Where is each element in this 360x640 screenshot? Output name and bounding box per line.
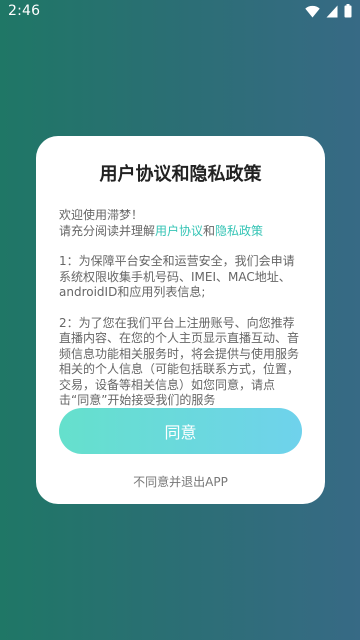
privacy-policy-link[interactable]: 隐私政策 <box>215 224 263 238</box>
decline-exit-link[interactable]: 不同意并退出APP <box>36 473 325 490</box>
user-agreement-link[interactable]: 用户协议 <box>155 224 203 238</box>
status-time: 2:46 <box>8 3 41 19</box>
agree-button[interactable]: 同意 <box>59 408 302 454</box>
battery-icon <box>344 4 352 18</box>
status-icons <box>305 4 352 18</box>
intro-prefix-text: 请充分阅读并理解 <box>59 223 156 238</box>
and-text: 和 <box>203 223 216 238</box>
wifi-icon <box>305 5 320 18</box>
permissions-paragraph: 1：为保障平台安全和运营安全，我们会申请系统权限收集手机号码、IMEI、MAC地… <box>59 254 295 299</box>
privacy-dialog: 用户协议和隐私政策 欢迎使用滞梦！ 请充分阅读并理解用户协议和隐私政策 1：为保… <box>36 136 325 504</box>
dialog-title: 用户协议和隐私政策 <box>99 164 262 185</box>
welcome-text: 欢迎使用滞梦！ <box>59 208 144 222</box>
signal-icon <box>326 5 338 18</box>
intro-paragraph: 欢迎使用滞梦！ 请充分阅读并理解用户协议和隐私政策 <box>59 208 305 239</box>
dialog-body: 欢迎使用滞梦！ 请充分阅读并理解用户协议和隐私政策 1：为保障平台安全和运营安全… <box>59 208 305 424</box>
status-bar: 2:46 <box>0 0 360 24</box>
services-paragraph: 2：为了您在我们平台上注册账号、向您推荐直播内容、在您的个人主页显示直播互动、音… <box>59 315 300 408</box>
